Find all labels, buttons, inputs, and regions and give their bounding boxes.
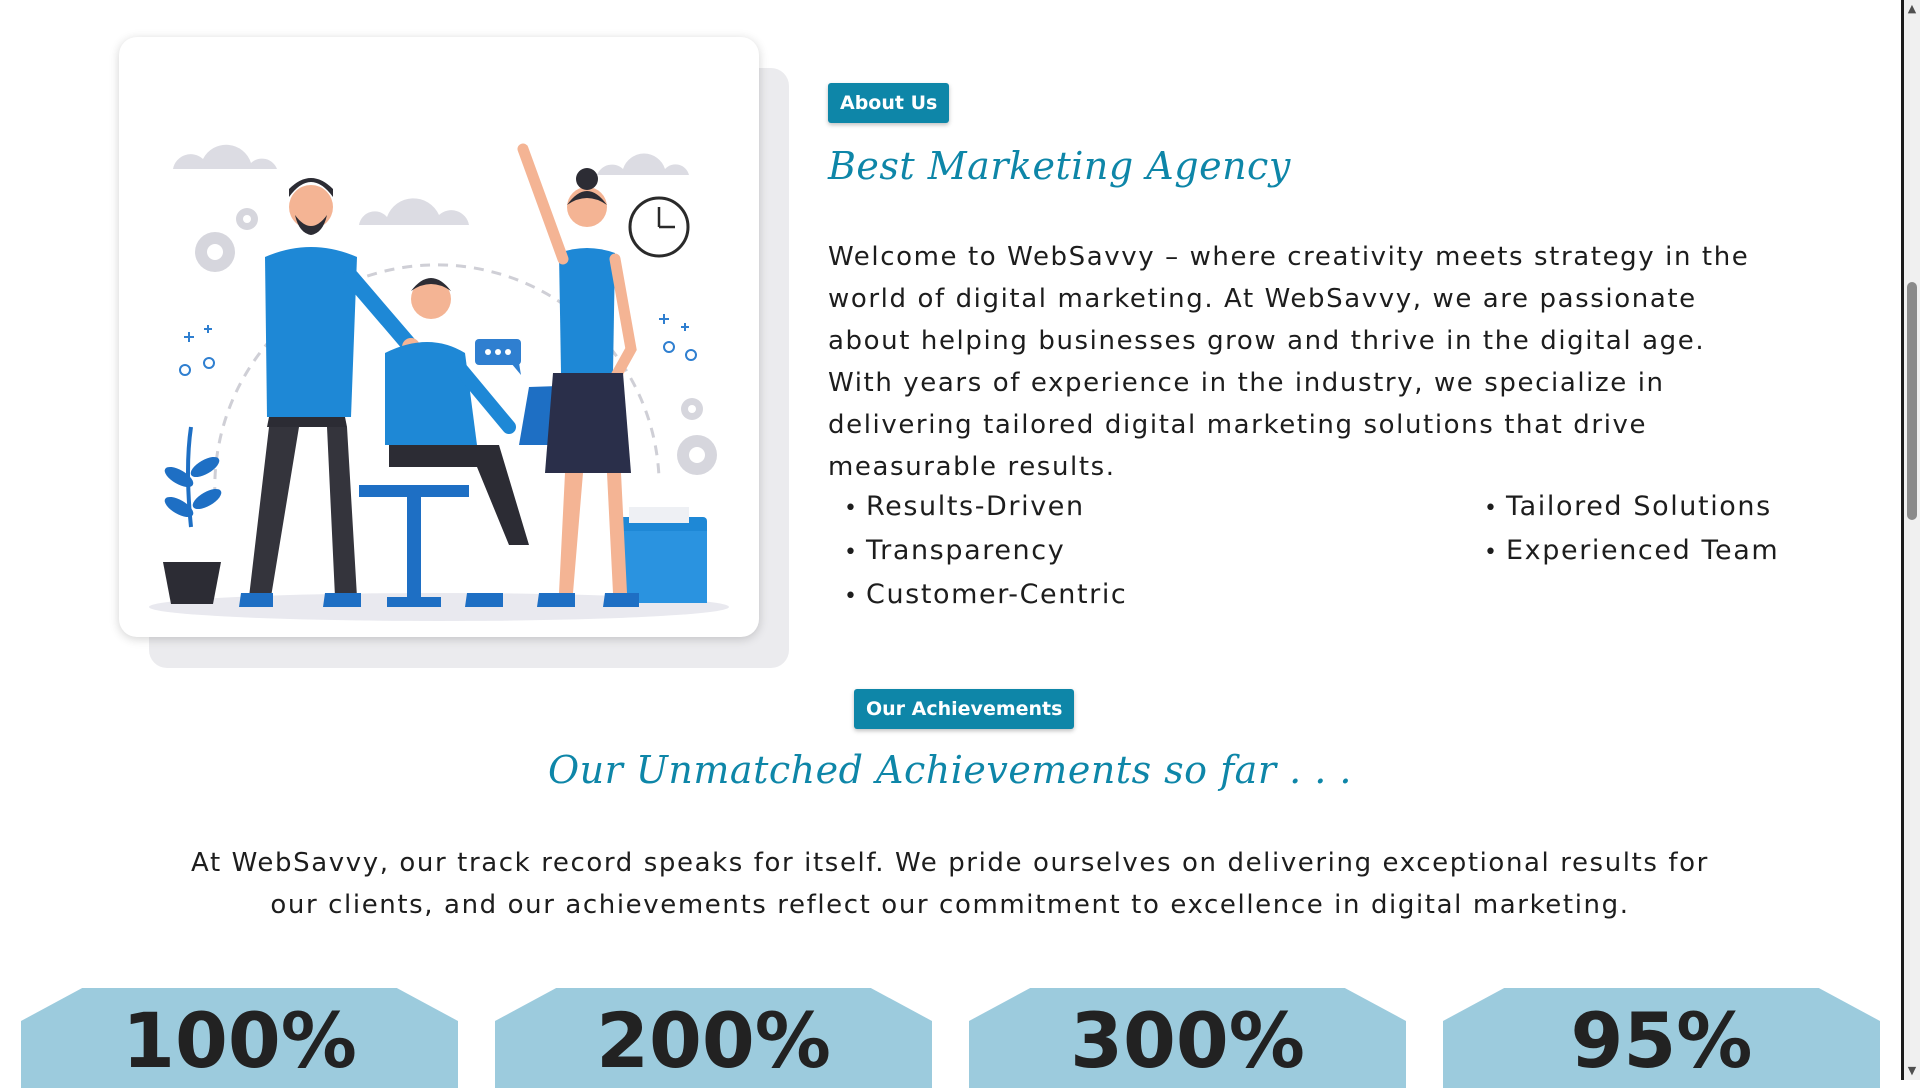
scroll-down-arrow-icon[interactable]: ▼ — [1906, 1065, 1918, 1077]
stat-value: 200% — [596, 996, 831, 1085]
about-heading: Best Marketing Agency — [828, 144, 1291, 188]
feature-item: Results-Driven — [846, 486, 1127, 530]
about-us-badge: About Us — [828, 83, 950, 123]
achievements-paragraph: At WebSavvy, our track record speaks for… — [191, 848, 1709, 920]
feature-item: Tailored Solutions — [1486, 486, 1779, 530]
stat-card: 300% — [969, 988, 1406, 1088]
stat-value: 300% — [1070, 996, 1305, 1085]
achievements-heading: Our Unmatched Achievements so far . . . — [548, 748, 1352, 792]
feature-list-right: Tailored Solutions Experienced Team — [1486, 486, 1779, 574]
scroll-up-arrow-icon[interactable]: ▲ — [1906, 3, 1918, 15]
vertical-scrollbar[interactable]: ▲ ▼ — [1904, 0, 1920, 1080]
stat-value: 100% — [122, 996, 357, 1085]
stat-card: 100% — [21, 988, 458, 1088]
achievements-badge: Our Achievements — [854, 689, 1075, 729]
stat-card: 95% — [1443, 988, 1880, 1088]
about-paragraph: Welcome to WebSavvy – where creativity m… — [828, 242, 1750, 482]
feature-list-left: Results-Driven Transparency Customer-Cen… — [846, 486, 1127, 618]
feature-item: Transparency — [846, 530, 1127, 574]
feature-item: Customer-Centric — [846, 574, 1127, 618]
scrollbar-thumb[interactable] — [1907, 282, 1917, 520]
stat-value: 95% — [1570, 996, 1753, 1085]
about-image-card — [119, 37, 759, 637]
stat-card: 200% — [495, 988, 932, 1088]
feature-item: Experienced Team — [1486, 530, 1779, 574]
team-illustration — [149, 143, 729, 621]
